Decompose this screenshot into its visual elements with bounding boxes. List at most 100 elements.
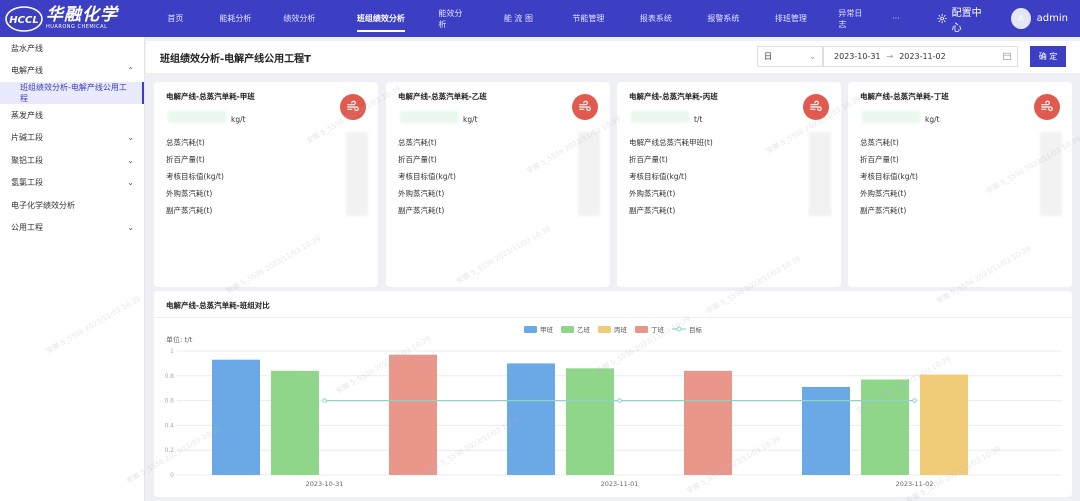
card-unit: t/t xyxy=(694,115,703,124)
card-unit: kg/t xyxy=(463,115,478,124)
comparison-chart-card: 电解产线-总蒸汽单耗-班组对比 单位: t/t 0 0.2 0.4 0.6 0.8 1 202… xyxy=(154,291,1072,497)
card-metric-label: 总蒸汽耗(t) xyxy=(860,138,899,147)
card-metric-label: 考核目标值(kg/t) xyxy=(398,172,456,181)
sidebar-item-0[interactable]: 盐水产线 xyxy=(0,37,144,60)
steam-icon xyxy=(572,94,598,120)
card-value xyxy=(400,111,458,123)
nav-item-4[interactable]: 能效分析 xyxy=(438,0,468,37)
bar-丁班-2023-10-31 xyxy=(389,354,437,475)
target-point xyxy=(322,398,327,403)
nav-item-9[interactable]: 排班管理 xyxy=(743,0,838,37)
page-header: 班组绩效分析-电解产线公用工程T 日 ⌄ 2023-10-31 → 2023-1… xyxy=(146,41,1080,73)
card-metric-label: 副产蒸汽耗(t) xyxy=(860,206,907,215)
bar-乙班-2023-11-01 xyxy=(566,368,614,475)
legend-swatch-2 xyxy=(598,326,611,333)
bar-甲班-2023-11-01 xyxy=(507,363,555,475)
team-card-3: 电解产线-总蒸汽单耗-丁班 kg/t 总蒸汽耗(t) 折百产量(t) 考核目标值(kg/… xyxy=(848,82,1072,287)
y-tick-label: 1 xyxy=(170,348,174,355)
bar-丙班-2023-11-02 xyxy=(920,374,968,475)
nav-item-10[interactable]: 异常日志 xyxy=(838,0,868,37)
period-select-value: 日 xyxy=(764,52,772,61)
legend-label-1: 乙班 xyxy=(577,325,591,334)
nav-item-5[interactable]: 能 流 图 xyxy=(468,0,568,37)
logo[interactable]: HCCL 华融化学 HUARONG CHEMICAL xyxy=(0,0,155,37)
y-tick-label: 0 xyxy=(170,472,174,479)
bar-乙班-2023-11-02 xyxy=(861,379,909,475)
steam-icon xyxy=(803,94,829,120)
sidebar-item-3[interactable]: 蒸发产线 xyxy=(0,104,144,127)
nav-item-6[interactable]: 节能管理 xyxy=(568,0,608,37)
card-title: 电解产线-总蒸汽单耗-丙班 xyxy=(629,92,718,101)
username[interactable]: admin xyxy=(1037,13,1068,24)
nav-item-8[interactable]: 报警系统 xyxy=(703,0,743,37)
nav-item-11[interactable]: ··· xyxy=(868,0,923,37)
sidebar-item-4[interactable]: 片碱工段 ⌄ xyxy=(0,127,144,150)
target-point xyxy=(617,398,622,403)
legend-target-point xyxy=(676,326,682,332)
chevron-down-icon: ⌄ xyxy=(127,133,134,143)
card-metric-label: 考核目标值(kg/t) xyxy=(629,172,687,181)
bar-丁班-2023-11-01 xyxy=(684,370,732,475)
sidebar-item-label: 盐水产线 xyxy=(11,43,43,53)
nav-item-0[interactable]: 首页 xyxy=(155,0,195,37)
page-title: 班组绩效分析-电解产线公用工程T xyxy=(160,54,311,65)
sidebar-item-8[interactable]: 公用工程 ⌄ xyxy=(0,217,144,240)
nav-item-3[interactable]: 班组绩效分析 xyxy=(323,0,438,37)
sidebar-item-label: 电解产线 xyxy=(11,66,43,76)
legend-swatch-1 xyxy=(561,326,574,333)
card-metric-label: 总蒸汽耗(t) xyxy=(398,138,437,147)
card-metric-label: 外购蒸汽耗(t) xyxy=(860,189,907,198)
top-nav-bar: HCCL 华融化学 HUARONG CHEMICAL 首页 能耗分析 绩效分析 班组绩… xyxy=(0,0,1080,37)
team-card-1: 电解产线-总蒸汽单耗-乙班 kg/t 总蒸汽耗(t) 折百产量(t) 考核目标值(kg/… xyxy=(386,82,610,287)
target-point xyxy=(912,398,917,403)
sidebar-item-label: 蒸发产线 xyxy=(11,110,43,120)
gear-icon xyxy=(937,13,948,24)
card-value xyxy=(631,111,689,123)
card-title: 电解产线-总蒸汽单耗-乙班 xyxy=(398,92,487,101)
config-center-button[interactable]: 配置中心 xyxy=(937,4,989,34)
sidebar-item-label: 聚铝工段 xyxy=(11,155,43,165)
y-tick-label: 0.8 xyxy=(164,373,174,380)
nav-item-7[interactable]: 报表系统 xyxy=(608,0,703,37)
card-metric-label: 考核目标值(kg/t) xyxy=(166,172,224,181)
main-nav: 首页 能耗分析 绩效分析 班组绩效分析 能效分析能 流 图节能管理 报表系统 报警系统 排班管… xyxy=(155,0,923,37)
confirm-button[interactable]: 确 定 xyxy=(1030,46,1066,67)
avatar[interactable]: A xyxy=(1010,8,1031,29)
card-metric-label: 副产蒸汽耗(t) xyxy=(398,206,445,215)
card-value xyxy=(862,111,920,123)
chevron-down-icon: ⌄ xyxy=(809,52,816,61)
legend-label-2: 丙班 xyxy=(614,325,628,334)
card-metric-label: 折百产量(t) xyxy=(398,155,437,164)
card-metric-label: 考核目标值(kg/t) xyxy=(860,172,918,181)
nav-item-2[interactable]: 绩效分析 xyxy=(275,0,323,37)
sidebar-item-6[interactable]: 氢氯工段 ⌄ xyxy=(0,172,144,195)
sidebar-item-2[interactable]: 班组绩效分析-电解产线公用工程 xyxy=(0,82,144,104)
card-unit: kg/t xyxy=(231,115,246,124)
steam-icon xyxy=(340,94,366,120)
sidebar-item-label: 氢氯工段 xyxy=(11,178,43,188)
bar-甲班-2023-10-31 xyxy=(212,359,260,475)
card-values-column xyxy=(809,132,831,216)
card-values-column xyxy=(1040,132,1062,216)
y-tick-label: 0.6 xyxy=(164,398,174,405)
legend-swatch-0 xyxy=(524,326,537,333)
card-values-column xyxy=(346,132,368,216)
y-tick-label: 0.4 xyxy=(164,422,174,429)
end-date[interactable]: 2023-11-02 xyxy=(899,52,946,61)
start-date[interactable]: 2023-10-31 xyxy=(834,52,881,61)
sidebar-item-1[interactable]: 电解产线 ⌃ xyxy=(0,60,144,83)
date-range-picker[interactable]: 2023-10-31 → 2023-11-02 xyxy=(823,46,1018,67)
period-select[interactable]: 日 ⌄ xyxy=(757,46,823,67)
sidebar-item-7[interactable]: 电子化学绩效分析 xyxy=(0,194,144,217)
legend-label-0: 甲班 xyxy=(540,325,554,334)
logo-name-cn: 华融化学 xyxy=(46,5,118,25)
nav-item-1[interactable]: 能耗分析 xyxy=(195,0,275,37)
calendar-icon[interactable] xyxy=(1003,52,1011,62)
logo-mark-icon: HCCL xyxy=(4,4,44,34)
sidebar-item-5[interactable]: 聚铝工段 ⌄ xyxy=(0,149,144,172)
x-tick-label: 2023-10-31 xyxy=(306,480,344,488)
sidebar-item-label: 电子化学绩效分析 xyxy=(11,200,75,210)
card-metric-label: 外购蒸汽耗(t) xyxy=(398,189,445,198)
sidebar-item-label: 班组绩效分析-电解产线公用工程 xyxy=(20,83,127,103)
chevron-down-icon: ⌄ xyxy=(127,178,134,188)
